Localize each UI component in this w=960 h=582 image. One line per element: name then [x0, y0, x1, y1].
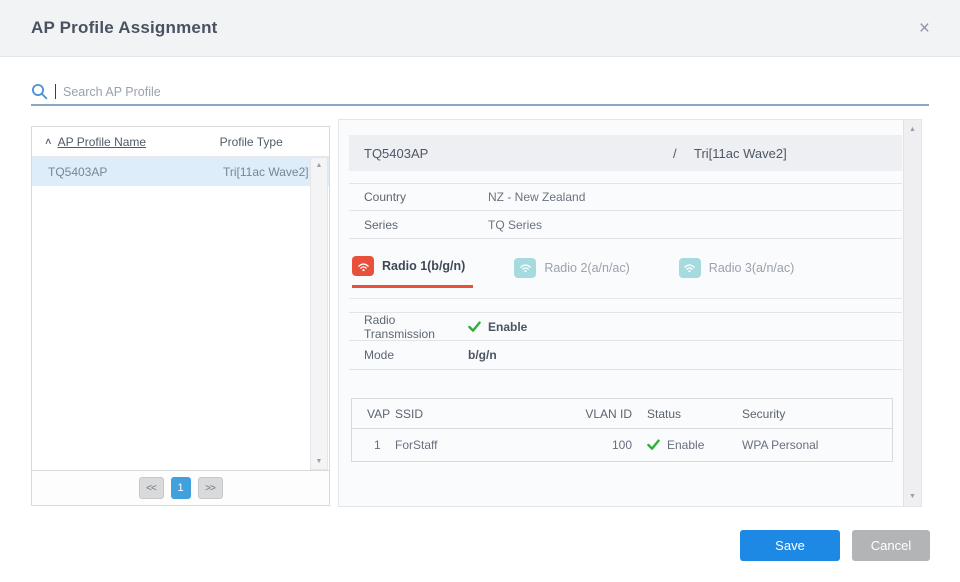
pagination-prev-button[interactable]: << [139, 477, 164, 499]
ap-profile-assignment-dialog: AP Profile Assignment × ∧ AP Profile Nam… [0, 0, 960, 582]
country-value: NZ - New Zealand [488, 190, 585, 204]
wifi-icon [679, 258, 701, 278]
search-icon [31, 83, 48, 100]
mode-value: b/g/n [468, 348, 497, 362]
table-row[interactable]: TQ5403AP Tri[11ac Wave2] [32, 157, 329, 186]
scroll-down-icon[interactable]: ▼ [316, 458, 323, 465]
tab-radio-2[interactable]: Radio 2(a/n/ac) [514, 250, 637, 288]
check-icon [468, 321, 481, 333]
tab-radio-3[interactable]: Radio 3(a/n/ac) [679, 250, 802, 288]
series-row: Series TQ Series [349, 211, 902, 239]
series-value: TQ Series [488, 218, 542, 232]
detail-profile-type: Tri[11ac Wave2] [694, 146, 787, 161]
profile-type-cell: Tri[11ac Wave2] [223, 165, 309, 179]
detail-header-bar: TQ5403AP / Tri[11ac Wave2] [349, 135, 902, 171]
tab-radio-2-label: Radio 2(a/n/ac) [544, 261, 629, 275]
status-cell: Enable [632, 438, 742, 452]
text-cursor [55, 84, 56, 99]
profile-list-header: ∧ AP Profile Name Profile Type [32, 127, 329, 157]
status-badge: Enable [488, 320, 527, 334]
profile-list-body: TQ5403AP Tri[11ac Wave2] ▲ ▼ [32, 157, 329, 470]
detail-separator: / [673, 146, 677, 161]
dialog-header: AP Profile Assignment × [0, 0, 960, 57]
mode-label: Mode [364, 348, 468, 362]
sort-ascending-icon[interactable]: ∧ [44, 136, 53, 147]
wifi-icon [514, 258, 536, 278]
pagination: << 1 >> [32, 470, 329, 505]
profile-detail-panel: TQ5403AP / Tri[11ac Wave2] Country NZ - … [338, 119, 922, 507]
scroll-up-icon[interactable]: ▲ [316, 162, 323, 169]
radio-settings-rows: Radio Transmission Enable Mode b/g/n [349, 312, 902, 370]
tab-radio-1-label: Radio 1(b/g/n) [382, 259, 465, 273]
vlan-id-cell: 100 [555, 438, 632, 452]
country-row: Country NZ - New Zealand [349, 183, 902, 211]
column-header-vap: VAP [352, 407, 395, 421]
detail-scrollbar[interactable]: ▲ ▼ [903, 120, 921, 506]
table-row: 1 ForStaff 100 Enable WPA Personal [352, 429, 892, 461]
status-badge: Enable [667, 438, 704, 452]
page-title: AP Profile Assignment [31, 18, 218, 38]
profile-detail-content: TQ5403AP / Tri[11ac Wave2] Country NZ - … [349, 120, 902, 506]
detail-info-rows: Country NZ - New Zealand Series TQ Serie… [349, 183, 902, 239]
radio-transmission-value: Enable [468, 320, 527, 334]
column-header-status: Status [632, 407, 742, 421]
column-header-security: Security [742, 407, 892, 421]
profile-list-panel: ∧ AP Profile Name Profile Type TQ5403AP … [31, 126, 330, 506]
detail-profile-name: TQ5403AP [349, 146, 428, 161]
country-label: Country [364, 190, 488, 204]
wifi-icon [352, 256, 374, 276]
radio-tabs: Radio 1(b/g/n) Radio 2(a/n/ac) [349, 250, 902, 299]
pagination-next-button[interactable]: >> [198, 477, 223, 499]
mode-row: Mode b/g/n [349, 341, 902, 370]
vap-cell: 1 [352, 438, 395, 452]
column-header-profile-type: Profile Type [220, 135, 283, 149]
radio-transmission-row: Radio Transmission Enable [349, 312, 902, 341]
vap-table: VAP SSID VLAN ID Status Security 1 ForSt… [351, 398, 893, 462]
column-header-vlan-id: VLAN ID [555, 407, 632, 421]
cancel-button[interactable]: Cancel [852, 530, 930, 561]
check-icon [647, 439, 660, 451]
search-bar [31, 79, 929, 106]
profile-name-cell: TQ5403AP [48, 165, 223, 179]
scroll-up-icon[interactable]: ▲ [909, 126, 916, 133]
column-header-ap-profile-name[interactable]: AP Profile Name [58, 135, 220, 149]
vap-table-header: VAP SSID VLAN ID Status Security [352, 399, 892, 429]
ssid-cell: ForStaff [395, 438, 555, 452]
scroll-down-icon[interactable]: ▼ [909, 493, 916, 500]
pagination-page-1-button[interactable]: 1 [171, 477, 191, 499]
search-input[interactable] [63, 85, 929, 99]
radio-transmission-label: Radio Transmission [364, 313, 468, 341]
security-cell: WPA Personal [742, 438, 892, 452]
tab-radio-3-label: Radio 3(a/n/ac) [709, 261, 794, 275]
save-button[interactable]: Save [740, 530, 840, 561]
column-header-ssid: SSID [395, 407, 555, 421]
series-label: Series [364, 218, 488, 232]
close-icon[interactable]: × [919, 19, 930, 38]
profile-list-scrollbar[interactable]: ▲ ▼ [310, 157, 328, 470]
tab-radio-1[interactable]: Radio 1(b/g/n) [352, 250, 473, 288]
